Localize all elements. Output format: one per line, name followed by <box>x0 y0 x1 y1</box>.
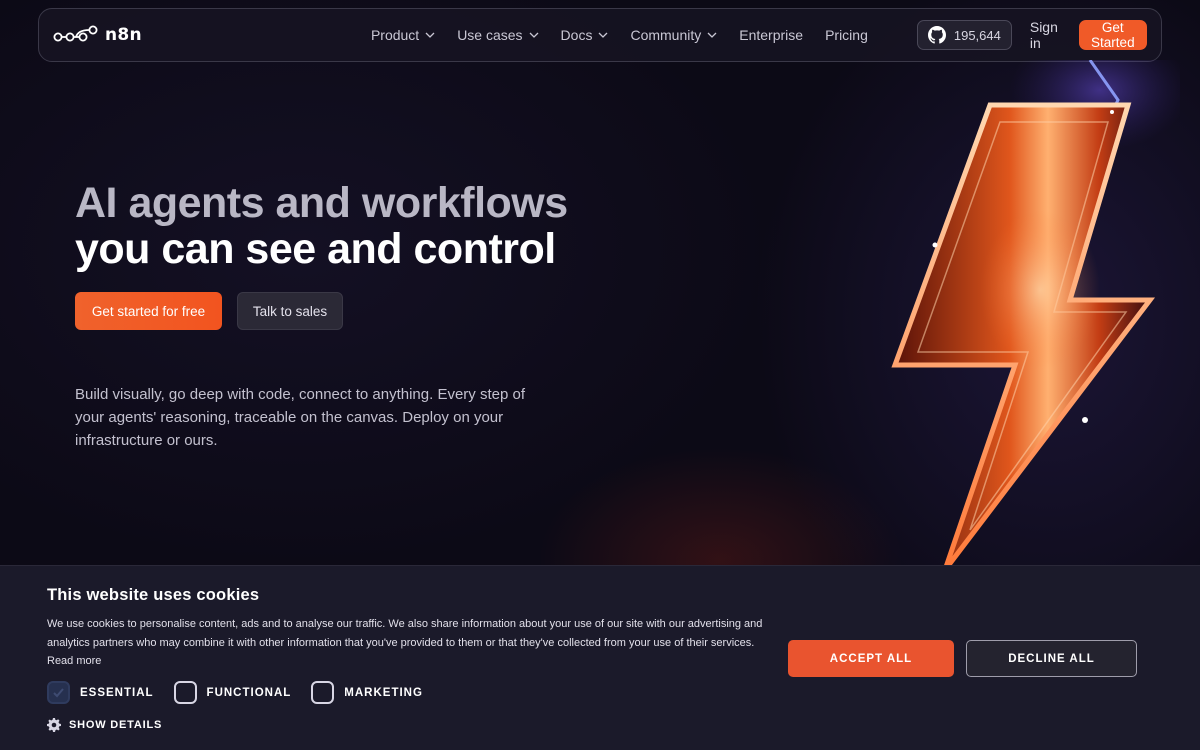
checkbox-box <box>173 681 197 704</box>
nav-item-use-cases[interactable]: Use cases <box>446 27 549 43</box>
hero-title: AI agents and workflows you can see and … <box>75 180 568 272</box>
n8n-logo[interactable]: n8n <box>53 24 142 46</box>
nav-item-pricing[interactable]: Pricing <box>814 27 879 43</box>
get-started-free-button[interactable]: Get started for free <box>75 292 222 330</box>
main-menu: Product Use cases Docs Community Enterpr… <box>360 27 879 43</box>
functional-checkbox[interactable]: FUNCTIONAL <box>173 681 292 704</box>
chevron-down-icon <box>707 32 717 38</box>
n8n-logo-icon <box>53 25 98 42</box>
nav-item-label: Use cases <box>457 27 523 43</box>
show-details-toggle[interactable]: SHOW DETAILS <box>47 718 162 732</box>
cookie-banner-text: We use cookies to personalise content, a… <box>47 615 767 671</box>
logo-text: n8n <box>105 25 142 45</box>
nav-item-docs[interactable]: Docs <box>550 27 620 43</box>
checkbox-box <box>311 681 335 704</box>
github-icon <box>927 26 946 44</box>
chevron-down-icon <box>598 32 608 38</box>
accept-all-button[interactable]: ACCEPT ALL <box>788 640 954 677</box>
github-star-count: 195,644 <box>953 27 1001 43</box>
marketing-checkbox[interactable]: MARKETING <box>311 681 423 704</box>
cookie-banner-title: This website uses cookies <box>47 586 260 604</box>
functional-label: FUNCTIONAL <box>206 686 292 699</box>
hero-title-line-2: you can see and control <box>75 225 556 273</box>
nav-item-label: Product <box>370 27 420 43</box>
chevron-down-icon <box>529 32 539 38</box>
cookie-description: We use cookies to personalise content, a… <box>47 618 763 649</box>
nav-item-label: Docs <box>560 27 593 43</box>
gear-icon <box>47 718 61 732</box>
nav-item-label: Community <box>630 27 702 43</box>
get-started-button[interactable]: Get Started <box>1078 20 1147 50</box>
show-details-label: SHOW DETAILS <box>69 719 163 731</box>
hero-title-line-1: AI agents and workflows <box>75 179 568 227</box>
nav-item-enterprise[interactable]: Enterprise <box>728 27 814 43</box>
essential-label: ESSENTIAL <box>80 686 154 699</box>
hero-description: Build visually, go deep with code, conne… <box>75 386 525 449</box>
read-more-link[interactable]: Read more <box>47 655 101 667</box>
nav-item-product[interactable]: Product <box>360 27 446 43</box>
chevron-down-icon <box>425 32 435 38</box>
github-stars-button[interactable]: 195,644 <box>916 20 1012 50</box>
marketing-label: MARKETING <box>344 686 423 699</box>
decline-all-button[interactable]: DECLINE ALL <box>966 640 1137 677</box>
checkmark-icon <box>53 688 64 698</box>
cookie-options: ESSENTIAL FUNCTIONAL MARKETING <box>47 681 443 704</box>
nav-item-label: Enterprise <box>739 27 804 43</box>
top-navbar: n8n Product Use cases Docs Community Ent… <box>38 8 1162 62</box>
cookie-consent-banner: This website uses cookies We use cookies… <box>0 565 1200 750</box>
nav-item-community[interactable]: Community <box>619 27 728 43</box>
checkbox-box <box>47 681 70 704</box>
talk-to-sales-button[interactable]: Talk to sales <box>237 292 343 330</box>
lightning-bolt-illustration <box>891 60 1180 570</box>
sign-in-link[interactable]: Sign in <box>1030 19 1059 51</box>
nav-item-label: Pricing <box>825 27 868 43</box>
essential-checkbox[interactable]: ESSENTIAL <box>47 681 154 704</box>
